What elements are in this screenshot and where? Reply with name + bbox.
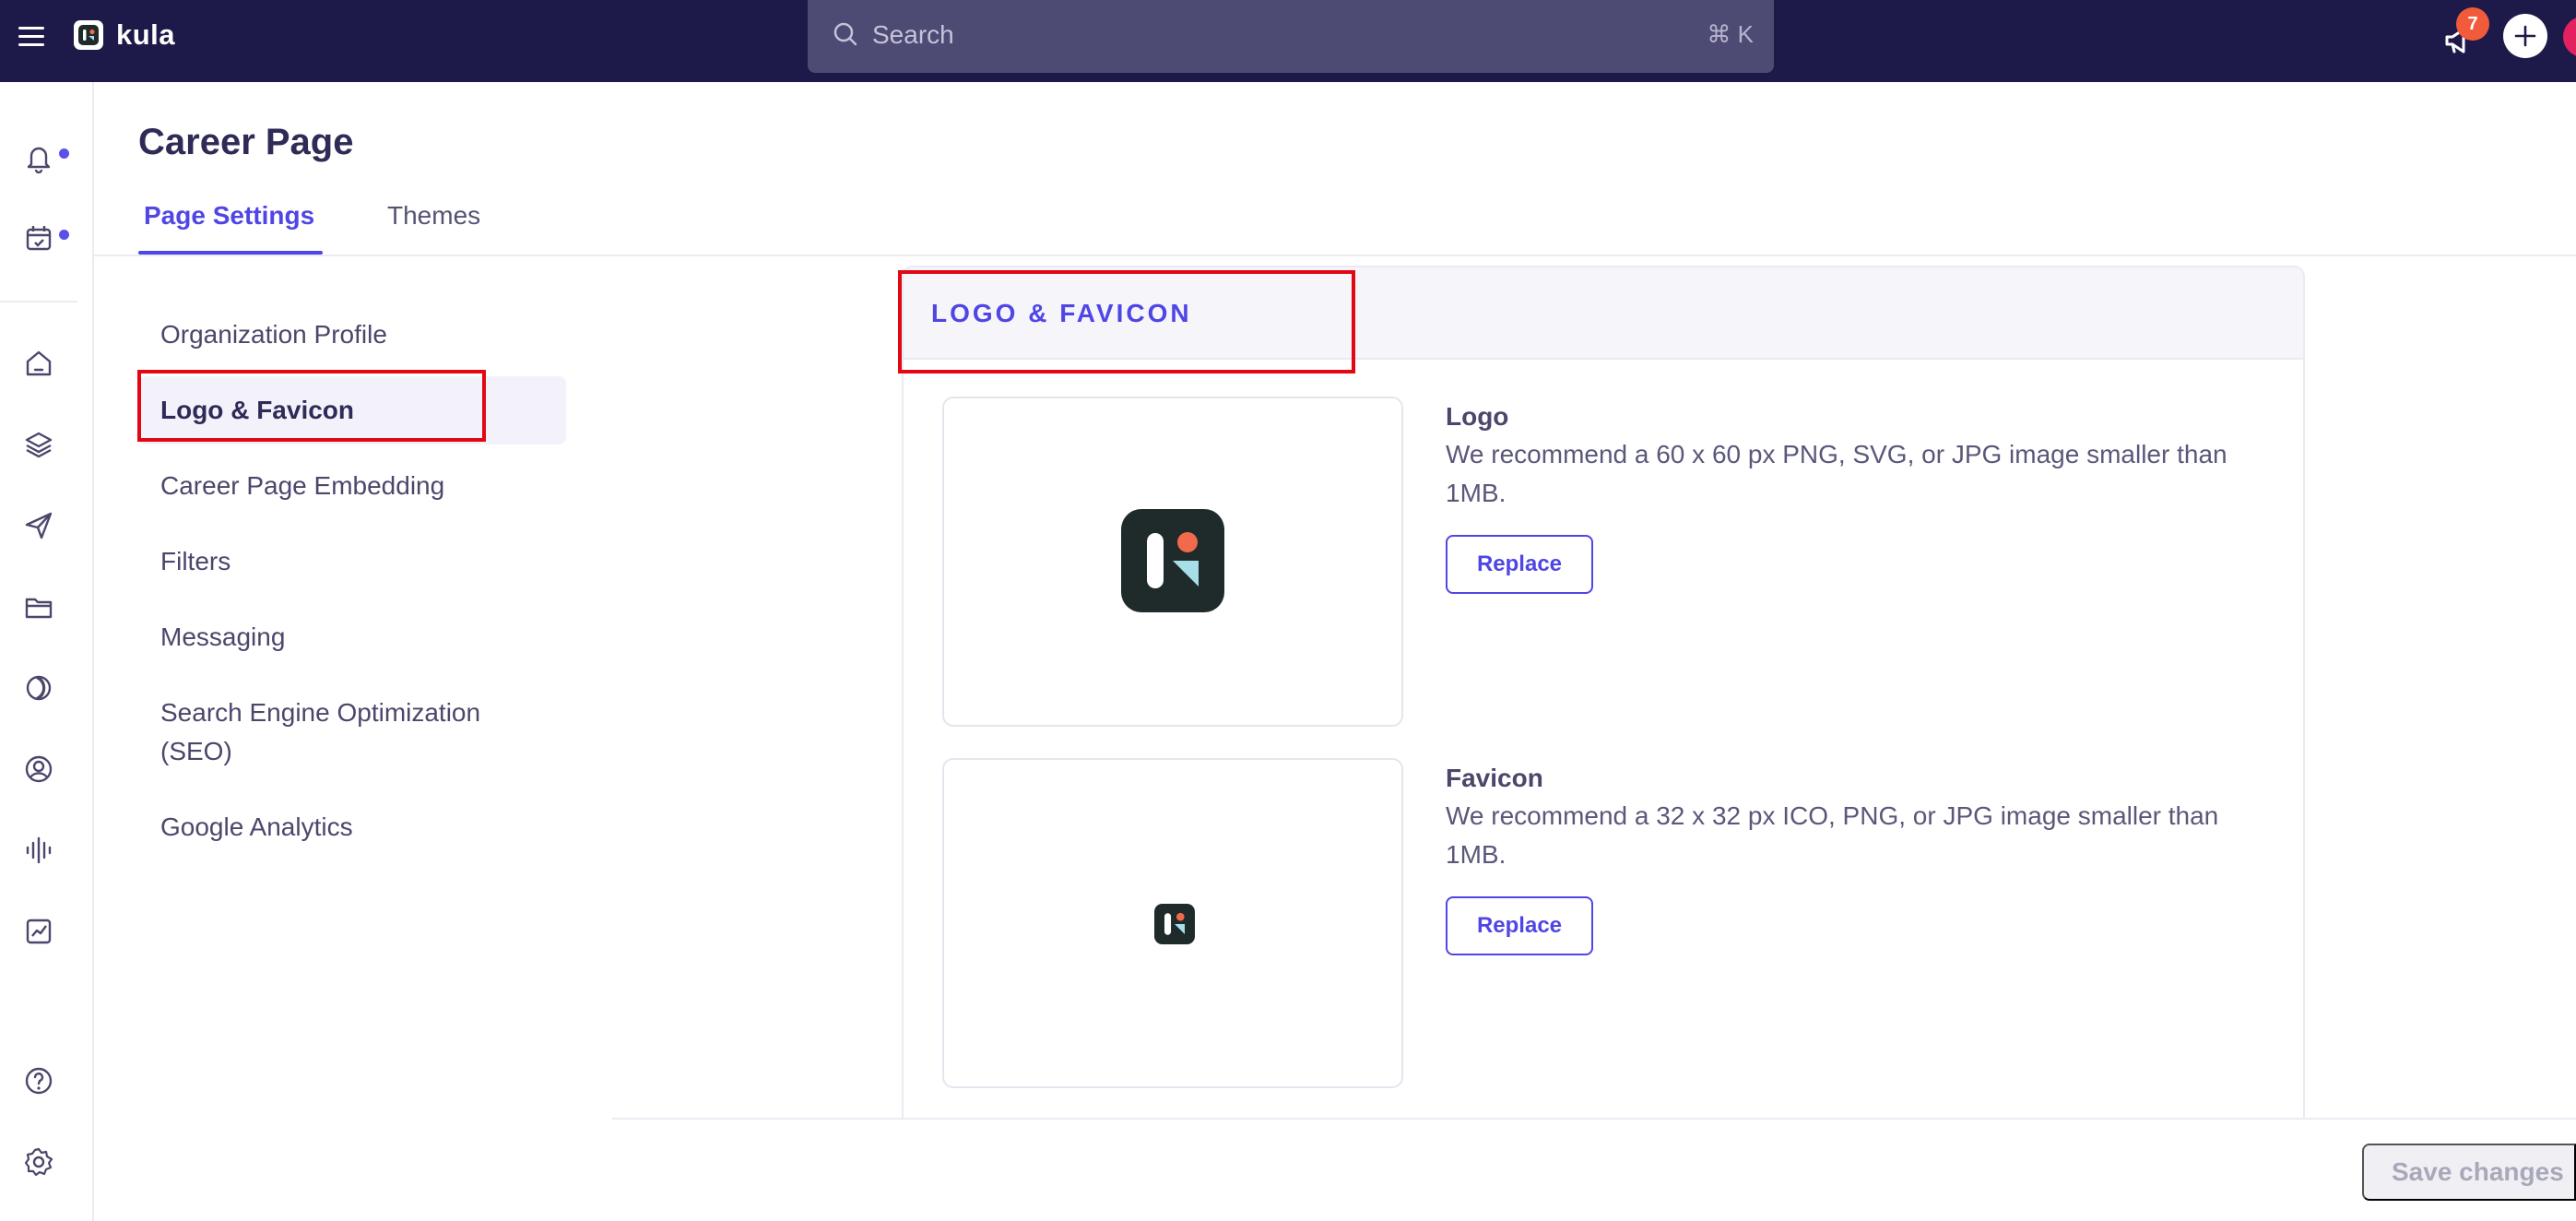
tab-page-settings[interactable]: Page Settings — [144, 201, 314, 231]
highlight-box-card-title — [898, 270, 1355, 373]
subnav-item-organization-profile[interactable]: Organization Profile — [160, 315, 387, 354]
subnav-item-filters[interactable]: Filters — [160, 542, 230, 581]
footer-bar — [612, 1118, 2576, 1221]
calendar-check-icon[interactable] — [20, 219, 57, 256]
kula-logo-icon — [74, 20, 103, 50]
subnav-item-messaging[interactable]: Messaging — [160, 618, 285, 657]
brand[interactable]: kula — [74, 18, 175, 52]
logo-preview — [942, 397, 1403, 727]
user-circle-icon[interactable] — [20, 751, 57, 788]
help-icon[interactable] — [20, 1062, 57, 1099]
logo-image-icon — [1121, 509, 1224, 612]
search-shortcut: ⌘ K — [1707, 20, 1754, 48]
subnav-item-google-analytics[interactable]: Google Analytics — [160, 808, 353, 847]
replace-logo-button[interactable]: Replace — [1446, 535, 1593, 594]
logo-favicon-card: LOGO & FAVICON Logo We recommend a 60 x … — [902, 266, 2305, 1132]
logo-title: Logo — [1446, 402, 1509, 431]
plus-icon[interactable] — [2503, 14, 2547, 58]
calendar-unread-dot — [59, 230, 69, 240]
send-icon[interactable] — [20, 507, 57, 544]
search-placeholder: Search — [872, 20, 954, 49]
folder-icon[interactable] — [20, 588, 57, 625]
notification-badge: 7 — [2456, 7, 2489, 41]
favicon-description: We recommend a 32 x 32 px ICO, PNG, or J… — [1446, 801, 2219, 869]
search-input[interactable]: Search ⌘ K — [808, 0, 1774, 73]
tab-themes[interactable]: Themes — [387, 201, 480, 231]
favicon-preview — [942, 758, 1403, 1088]
hamburger-icon[interactable] — [17, 22, 46, 52]
replace-favicon-button[interactable]: Replace — [1446, 896, 1593, 955]
subnav-item-seo[interactable]: Search Engine Optimization (SEO) — [160, 693, 548, 771]
layers-icon[interactable] — [20, 426, 57, 463]
search-icon — [832, 20, 859, 53]
subnav-item-career-page-embedding[interactable]: Career Page Embedding — [160, 467, 444, 505]
brand-name: kula — [116, 18, 176, 51]
highlight-box-subnav — [137, 370, 486, 442]
rail-divider — [0, 301, 77, 302]
top-bar: kula Search ⌘ K 7 — [0, 0, 2576, 82]
gear-icon[interactable] — [20, 1144, 57, 1180]
favicon-title: Favicon — [1446, 764, 1543, 792]
left-rail — [0, 82, 94, 1221]
home-icon[interactable] — [20, 345, 57, 382]
header-divider — [94, 255, 2576, 256]
favicon-image-icon — [1154, 904, 1195, 944]
chart-icon[interactable] — [20, 913, 57, 950]
page-title: Career Page — [138, 122, 354, 162]
bell-icon[interactable] — [20, 139, 57, 176]
logo-description: We recommend a 60 x 60 px PNG, SVG, or J… — [1446, 440, 2227, 507]
waveform-icon[interactable] — [20, 832, 57, 869]
save-changes-button[interactable]: Save changes — [2362, 1144, 2576, 1201]
bell-unread-dot — [59, 148, 69, 159]
avatar[interactable] — [2563, 17, 2576, 57]
circle-half-icon[interactable] — [20, 670, 57, 706]
